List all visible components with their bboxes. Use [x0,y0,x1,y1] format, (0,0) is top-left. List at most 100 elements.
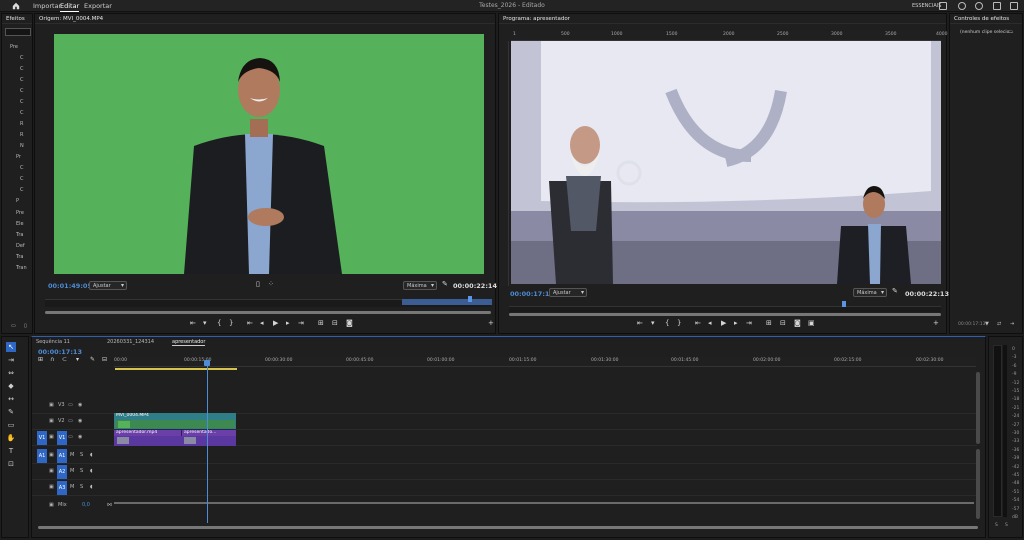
tree-item[interactable]: C [20,66,24,72]
settings-icon[interactable]: ✎ [90,356,95,363]
program-zoom-scroll[interactable] [509,313,941,316]
comparison-icon[interactable]: ▣ [808,319,815,327]
brace-right-icon[interactable]: } [229,319,233,327]
source-in-out-range[interactable] [402,299,492,305]
program-scrub-bar[interactable] [509,306,941,312]
mix-volume[interactable]: 0,0 [82,502,90,508]
linked-icon[interactable]: ⊂ [62,356,67,363]
solo-button[interactable]: S [80,468,83,474]
mark-in-icon[interactable]: ⇤ [190,319,196,327]
program-quality-dropdown[interactable]: Máxima [853,288,887,297]
sync-lock-icon[interactable]: ▭ [68,402,73,408]
mark-in-icon[interactable]: ⇤ [637,319,643,327]
razor-icon[interactable]: ◆ [6,381,16,391]
tree-item[interactable]: C [20,165,24,171]
track-target-v1[interactable]: V1 [57,431,67,445]
captions-icon[interactable]: ⊟ [102,356,107,363]
tree-item[interactable]: Pr [16,154,21,160]
go-to-in-icon[interactable]: ⇤ [247,319,253,327]
overwrite-icon[interactable]: ⊟ [332,319,338,327]
play-icon[interactable]: ▶ [273,319,278,327]
timeline-ruler[interactable]: 00:00 00:00:15:00 00:00:30:00 00:00:45:0… [114,357,976,367]
source-fit-dropdown[interactable]: Ajustar [89,281,127,290]
snap-icon[interactable]: ∩ [50,356,54,363]
clip-apresentador-body[interactable] [114,436,236,446]
source-quality-dropdown[interactable]: Máxima [403,281,437,290]
tree-item[interactable]: C [20,110,24,116]
pen-icon[interactable]: ✎ [6,407,16,417]
add-button-icon[interactable]: + [488,319,494,327]
mic-icon[interactable]: ◖ [90,452,93,458]
panel-expand-icon[interactable]: ▭ [1008,29,1013,35]
slip-icon[interactable]: ↔ [6,394,16,404]
lock-icon[interactable]: ▣ [49,452,54,458]
sync-lock-icon[interactable]: ▭ [68,418,73,424]
home-icon[interactable] [12,2,20,10]
timeline-timecode[interactable]: 00:00:17:13 [38,348,82,356]
tab-apresentador[interactable]: apresentador [172,339,206,346]
new-folder-icon[interactable]: ▭ [11,323,16,329]
trash-icon[interactable]: ▯ [24,323,27,329]
source-timecode[interactable]: 00:01:49:05 [48,282,92,290]
export-frame-icon[interactable]: ▯ [256,280,260,288]
source-patch-a1[interactable]: A1 [37,449,47,463]
add-marker-icon[interactable]: ▾ [651,319,655,327]
wrench-icon[interactable]: ✎ [442,280,448,288]
progress-icon[interactable] [975,2,983,10]
selection-tool-icon[interactable]: ↖ [6,342,16,352]
nest-icon[interactable]: ⊞ [38,356,43,363]
camera-icon[interactable]: ◙ [794,319,801,327]
workspace-label[interactable]: ESSENCIAIS [912,3,941,9]
brace-left-icon[interactable]: { [665,319,669,327]
lock-icon[interactable]: ▣ [49,402,54,408]
source-video-frame[interactable] [54,34,484,274]
mic-icon[interactable]: ◖ [90,468,93,474]
go-to-out-icon[interactable]: ⇥ [746,319,752,327]
tab-20260331[interactable]: 20260331_124314 [107,339,154,345]
track-select-icon[interactable]: ⇥ [6,355,16,365]
track-target-a2[interactable]: A2 [57,465,67,479]
filter-icon[interactable]: ▼ [985,321,989,327]
go-to-in-icon[interactable]: ⇤ [695,319,701,327]
ripple-edit-icon[interactable]: ⇔ [6,368,16,378]
track-target-a1[interactable]: A1 [57,449,67,463]
tree-item[interactable]: Tra [16,254,23,260]
tab-importar[interactable]: Importar [33,2,61,10]
mute-button[interactable]: M [70,452,74,458]
play-icon[interactable]: ▶ [721,319,726,327]
effects-search-input[interactable] [5,28,31,36]
sync-lock-icon[interactable]: ▭ [68,434,73,440]
program-fit-dropdown[interactable]: Ajustar [549,288,587,297]
brace-right-icon[interactable]: } [677,319,681,327]
type-icon[interactable]: T [6,446,16,456]
tree-item[interactable]: C [20,176,24,182]
effects-title[interactable]: Efeitos [2,14,32,24]
tab-sequence-11[interactable]: Sequência 11 [36,339,70,345]
tab-editar[interactable]: Editar [60,2,80,12]
mix-end-icon[interactable]: ⋈ [107,502,112,508]
tree-item[interactable]: P [16,198,19,204]
timeline-horizontal-scroll[interactable] [38,526,978,529]
tree-item[interactable]: Ele [16,221,24,227]
tree-item[interactable]: Def [16,243,25,249]
solo-right[interactable]: S [1005,523,1008,528]
lift-icon[interactable]: ⊞ [766,319,772,327]
lock-icon[interactable]: ▣ [49,468,54,474]
step-forward-icon[interactable]: ▸ [734,319,738,327]
solo-button[interactable]: S [80,452,83,458]
tree-item[interactable]: C [20,77,24,83]
step-back-icon[interactable]: ◂ [260,319,264,327]
tree-item[interactable]: Pre [10,44,18,50]
tree-item[interactable]: C [20,99,24,105]
source-patch-v1[interactable]: V1 [37,431,47,445]
wrench-icon[interactable]: ✎ [892,287,898,295]
step-back-icon[interactable]: ◂ [708,319,712,327]
marker-icon[interactable]: ▾ [76,356,79,363]
mute-button[interactable]: M [70,484,74,490]
mute-button[interactable]: M [70,468,74,474]
status-icon[interactable] [958,2,966,10]
track-target-a3[interactable]: A3 [57,481,67,495]
insert-icon[interactable]: ⊞ [318,319,324,327]
lock-icon[interactable]: ▣ [49,434,54,440]
brace-left-icon[interactable]: { [217,319,221,327]
